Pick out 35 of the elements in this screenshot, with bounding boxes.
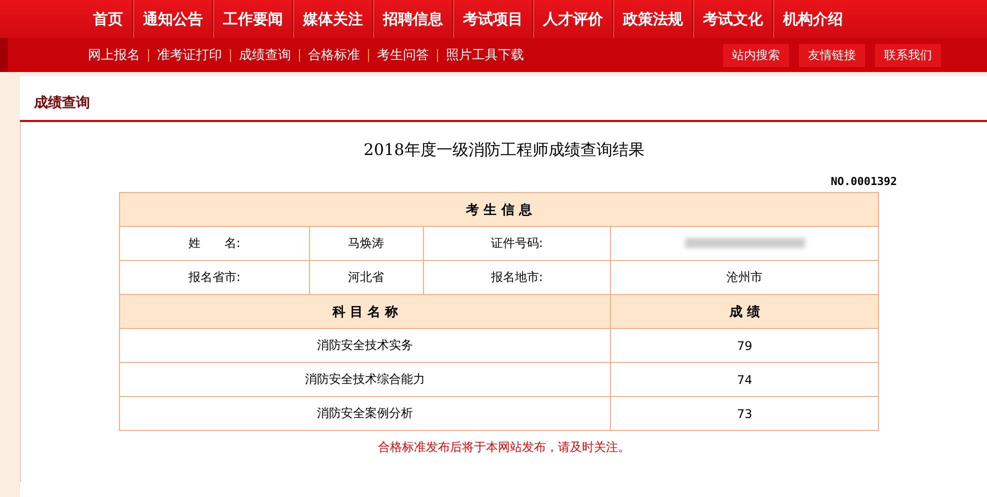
column-header: 成 绩 <box>610 294 878 328</box>
sub-nav-link[interactable]: 考生问答 <box>369 46 437 64</box>
nav-link[interactable]: 工作要闻 <box>214 10 292 28</box>
serial-number: NO.0001392 <box>830 175 897 188</box>
table-cell: 73 <box>610 396 878 430</box>
sub-nav-link[interactable]: 网上报名 <box>80 46 148 64</box>
table-cell: 79 <box>610 328 878 362</box>
table-cell: 消防安全技术实务 <box>120 328 611 362</box>
result-title: 2018年度一级消防工程师成绩查询结果 <box>364 140 644 161</box>
table-cell: 证件号码: <box>423 226 611 260</box>
notice-text: 合格标准发布后将于本网站发布，请及时关注。 <box>378 439 630 456</box>
sub-nav-link[interactable]: 成绩查询 <box>231 46 299 64</box>
table-cell: 消防安全技术综合能力 <box>120 362 611 396</box>
table-cell: 74 <box>610 362 878 396</box>
sub-nav-link[interactable]: 准考证打印 <box>149 46 230 64</box>
section-title: 成绩查询 <box>20 76 987 122</box>
header-button[interactable]: 站内搜索 <box>723 44 789 66</box>
header-button[interactable]: 联系我们 <box>875 44 941 66</box>
table-cell: 马焕涛 <box>309 226 424 260</box>
nav-link[interactable]: 考试文化 <box>694 10 772 28</box>
nav-link[interactable]: 媒体关注 <box>294 10 372 28</box>
sub-nav-link[interactable]: 合格标准 <box>300 46 368 64</box>
nav-link[interactable]: 通知公告 <box>134 10 212 28</box>
table-header: 考 生 信 息 <box>120 192 878 226</box>
nav-link[interactable]: 考试项目 <box>454 10 532 28</box>
nav-link[interactable]: 招聘信息 <box>374 10 452 28</box>
nav-link[interactable]: 政策法规 <box>614 10 692 28</box>
table-cell: 消防安全案例分析 <box>120 396 611 430</box>
nav-link[interactable]: 人才评价 <box>534 10 612 28</box>
nav-link[interactable]: 机构介绍 <box>774 10 852 28</box>
column-header: 科 目 名 称 <box>120 294 611 328</box>
sub-nav-link[interactable]: 照片工具下载 <box>438 46 532 64</box>
nav-link[interactable]: 首页 <box>84 10 132 28</box>
table-cell: 姓 名: <box>120 226 310 260</box>
header-button[interactable]: 友情链接 <box>799 44 865 66</box>
